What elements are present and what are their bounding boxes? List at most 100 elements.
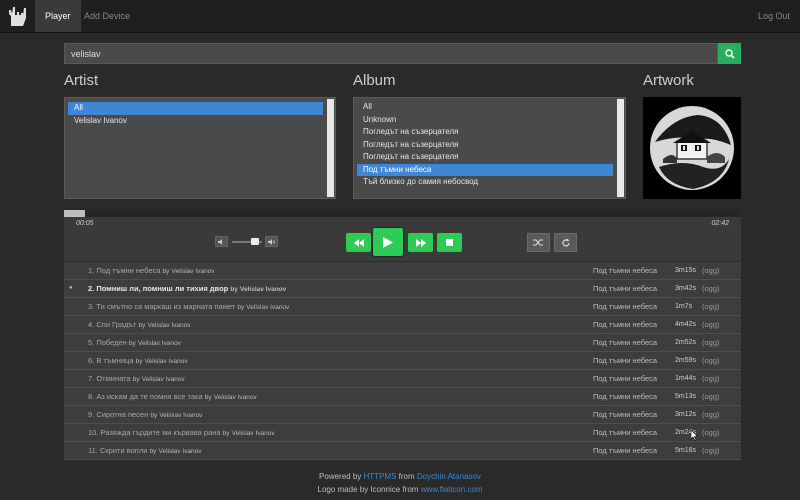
track-duration: 2m59s xyxy=(675,357,697,364)
stop-button[interactable] xyxy=(437,233,462,252)
track-artist: Velislav Ivanov xyxy=(213,394,257,401)
author-link[interactable]: Doychin Atanasov xyxy=(417,472,481,481)
track-duration: 4m42s xyxy=(675,321,697,328)
volume-down-button[interactable] xyxy=(215,236,228,247)
album-option[interactable]: Тъй близко до самия небосвод xyxy=(357,176,613,189)
repeat-icon xyxy=(561,238,570,246)
album-option[interactable]: Под тъмни небеса xyxy=(357,163,613,176)
track-row[interactable]: 9. Сиротна песен by Velislav Ivanov Под т… xyxy=(64,406,741,424)
artwork-image xyxy=(643,97,741,199)
volume-slider-handle[interactable] xyxy=(250,238,259,245)
track-format: (ogg) xyxy=(702,410,720,419)
search-input[interactable] xyxy=(64,43,718,64)
album-heading: Album xyxy=(353,72,396,89)
track-title-text: 8. Аз искам да те помня все така xyxy=(88,392,203,401)
track-title[interactable]: 11. Скрити вопли by Velislav Ivanov xyxy=(88,442,201,460)
track-artist: Velislav Ivanov xyxy=(144,358,188,365)
album-option[interactable]: All xyxy=(357,101,613,114)
track-artist: Velislav Ivanov xyxy=(231,430,275,437)
artwork-heading: Artwork xyxy=(643,72,694,89)
track-duration: 1m44s xyxy=(675,375,697,382)
track-format: (ogg) xyxy=(702,374,720,383)
artist-list[interactable]: All Velislav Ivanov xyxy=(64,97,336,199)
track-row[interactable]: 6. В тъмница by Velislav Ivanov Под тъмни… xyxy=(64,352,741,370)
track-artist: Velislav Ivanov xyxy=(147,322,191,329)
track-row[interactable]: 7. Отмината by Velislav Ivanov Под тъмни … xyxy=(64,370,741,388)
track-title[interactable]: 6. В тъмница by Velislav Ivanov xyxy=(88,352,188,370)
search-icon xyxy=(724,48,735,59)
track-duration: 2m52s xyxy=(675,339,697,346)
track-row[interactable]: 11. Скрити вопли by Velislav Ivanov Под т… xyxy=(64,442,741,460)
album-option[interactable]: Погледът на съзерцателя xyxy=(357,126,613,139)
track-artist: Velislav Ivanov xyxy=(141,376,185,383)
track-row[interactable]: 10. Разяжда гърдите ми кървава рана by V… xyxy=(64,424,741,442)
repeat-button[interactable] xyxy=(554,233,577,252)
album-option[interactable]: Unknown xyxy=(357,114,613,127)
track-title[interactable]: 7. Отмината by Velislav Ivanov xyxy=(88,370,185,388)
track-title[interactable]: 9. Сиротна песен by Velislav Ivanov xyxy=(88,406,202,424)
track-title-text: 11. Скрити вопли xyxy=(88,446,148,455)
footer-text: Logo made by Iconnice from xyxy=(317,485,419,494)
track-title[interactable]: 2. Помниш ли, помниш ли тихия двор by Ve… xyxy=(88,280,286,298)
seek-bar[interactable] xyxy=(64,210,741,217)
track-format: (ogg) xyxy=(702,284,720,293)
track-format: (ogg) xyxy=(702,320,720,329)
track-format: (ogg) xyxy=(702,338,720,347)
track-title-text: 6. В тъмница xyxy=(88,356,134,365)
track-artist: Velislav Ivanov xyxy=(240,286,287,293)
track-album: Под тъмни небеса xyxy=(593,356,658,365)
httpms-link[interactable]: HTTPMS xyxy=(364,472,397,481)
artist-option[interactable]: Velislav Ivanov xyxy=(68,115,323,128)
play-button[interactable] xyxy=(373,228,403,256)
track-by: by xyxy=(222,430,230,437)
track-by: by xyxy=(230,286,238,293)
track-duration: 5m16s xyxy=(675,447,697,454)
rock-hand-logo-icon[interactable] xyxy=(6,4,32,28)
track-title-text: 10. Разяжда гърдите ми кървава рана xyxy=(88,428,221,437)
search-button[interactable] xyxy=(718,43,741,64)
seek-bar-fill xyxy=(64,210,85,217)
track-artist: Velislav Ivanov xyxy=(171,268,215,275)
track-title[interactable]: 1. Под тъмни небеса by Velislav Ivanov xyxy=(88,262,214,280)
track-title[interactable]: 10. Разяжда гърдите ми кървава рана by V… xyxy=(88,424,275,442)
backward-icon xyxy=(353,238,364,247)
tab-add-device[interactable]: Add Device xyxy=(74,0,140,32)
track-row[interactable]: 5. Победен by Velislav Ivanov Под тъмни н… xyxy=(64,334,741,352)
track-title-text: 4. Спи Градът xyxy=(88,320,137,329)
artist-option[interactable]: All xyxy=(68,102,323,115)
album-option[interactable]: Погледът на съзерцателя xyxy=(357,151,613,164)
track-title[interactable]: 4. Спи Градът by Velislav Ivanov xyxy=(88,316,190,334)
track-by: by xyxy=(149,448,157,455)
footer-text: Powered by xyxy=(319,472,362,481)
track-artist: Velislav Ivanov xyxy=(158,448,202,455)
track-title[interactable]: 5. Победен by Velislav Ivanov xyxy=(88,334,181,352)
shuffle-button[interactable] xyxy=(527,233,550,252)
track-by: by xyxy=(138,322,146,329)
previous-button[interactable] xyxy=(346,233,371,252)
track-format: (ogg) xyxy=(702,428,720,437)
track-title[interactable]: 8. Аз искам да те помня все така by Veli… xyxy=(88,388,257,406)
track-album: Под тъмни небеса xyxy=(593,266,658,275)
track-row[interactable]: 1. Под тъмни небеса by Velislav Ivanov По… xyxy=(64,262,741,280)
track-row[interactable]: 4. Спи Градът by Velislav Ivanov Под тъмн… xyxy=(64,316,741,334)
logout-link[interactable]: Log Out xyxy=(758,0,790,32)
track-row[interactable]: ● 2. Помниш ли, помниш ли тихия двор by V… xyxy=(64,280,741,298)
next-button[interactable] xyxy=(408,233,433,252)
now-playing-marker: ● xyxy=(69,285,73,291)
track-album: Под тъмни небеса xyxy=(593,428,658,437)
track-title-text: 5. Победен xyxy=(88,338,127,347)
artist-list-scrollbar[interactable] xyxy=(327,99,334,197)
track-title[interactable]: 3. Ти смътно са маркаш из марната памет … xyxy=(88,298,289,316)
track-album: Под тъмни небеса xyxy=(593,320,658,329)
mouse-cursor-icon xyxy=(691,430,699,441)
volume-up-button[interactable] xyxy=(265,236,278,247)
album-list[interactable]: All Unknown Погледът на съзерцателя Погл… xyxy=(353,97,626,199)
album-option[interactable]: Погледът на съзерцателя xyxy=(357,139,613,152)
album-list-scrollbar[interactable] xyxy=(617,99,624,197)
track-row[interactable]: 8. Аз искам да те помня все така by Veli… xyxy=(64,388,741,406)
volume-down-icon xyxy=(218,238,222,245)
track-by: by xyxy=(135,358,143,365)
track-row[interactable]: 3. Ти смътно са маркаш из марната памет … xyxy=(64,298,741,316)
track-artist: Velislav Ivanov xyxy=(137,340,181,347)
flaticon-link[interactable]: www.flaticon.com xyxy=(421,485,483,494)
